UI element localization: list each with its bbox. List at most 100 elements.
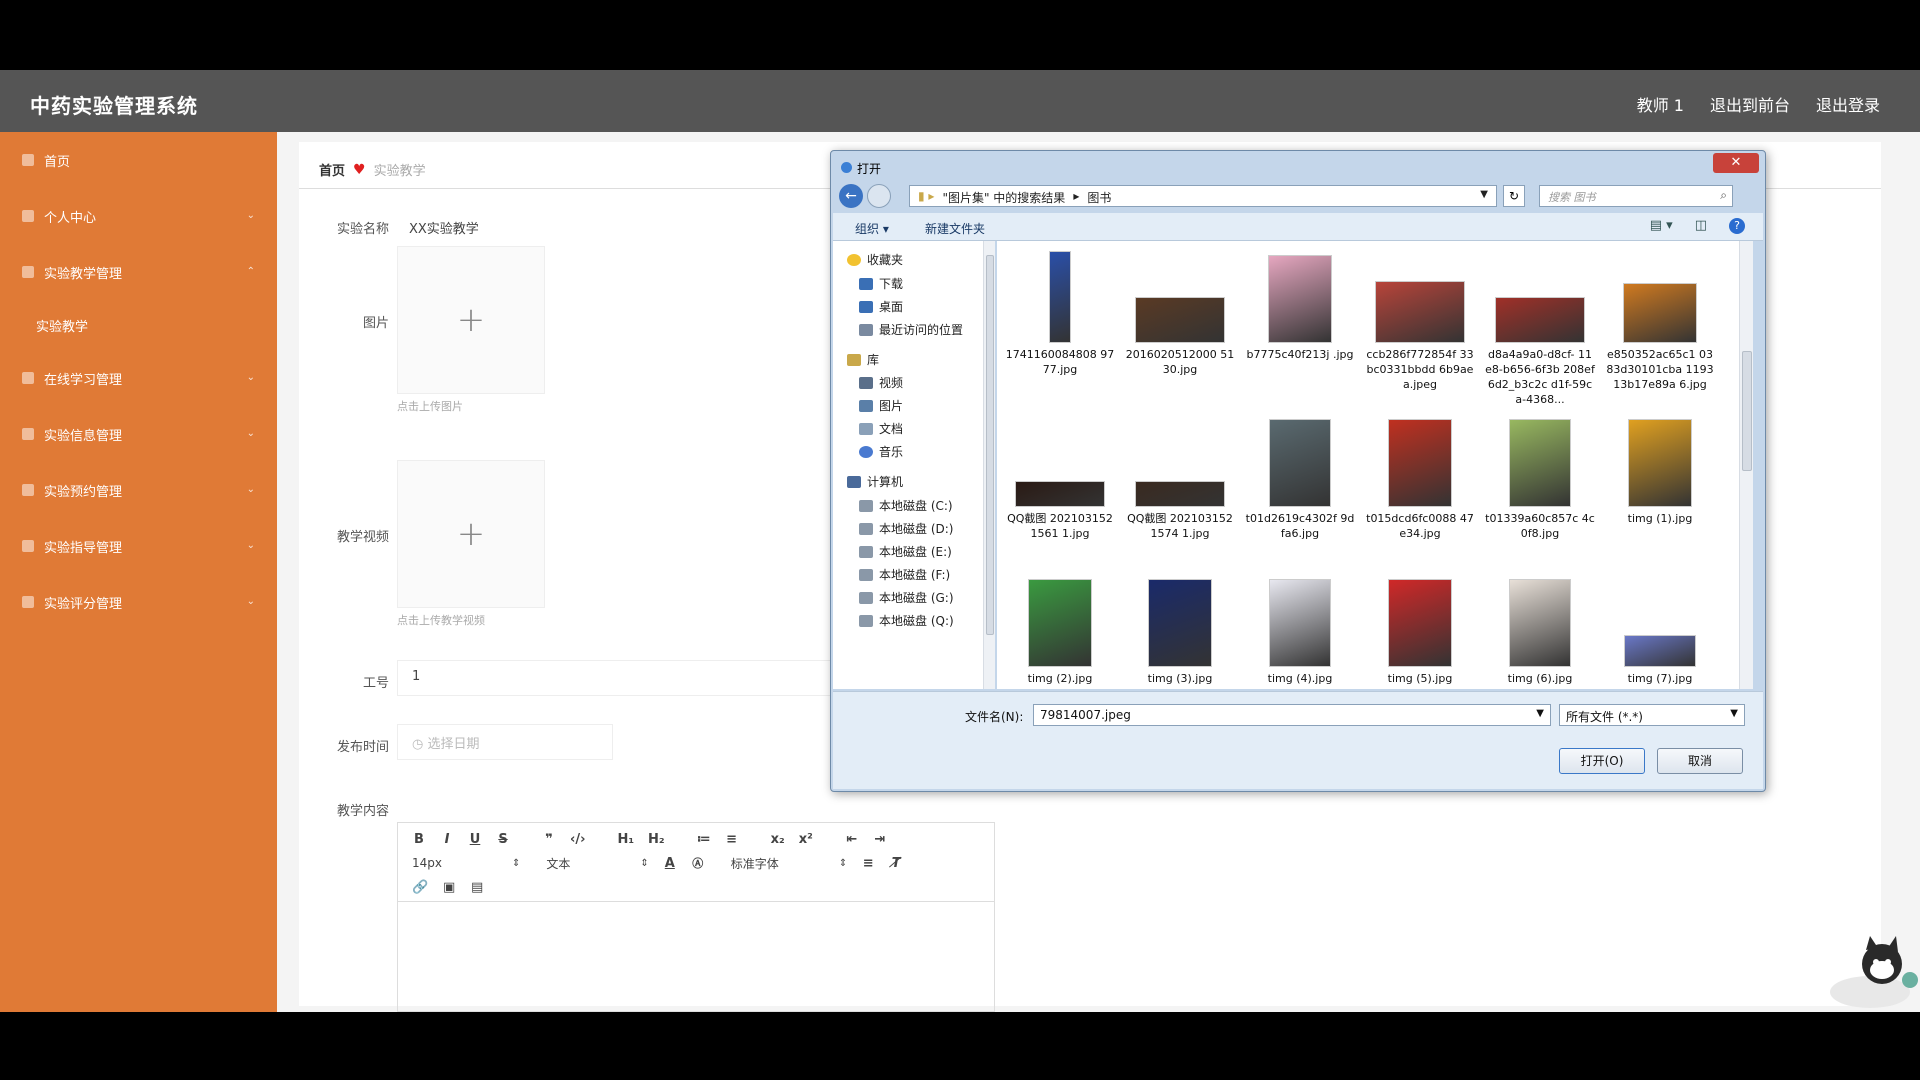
filename-input[interactable]: 79814007.jpeg ▼: [1033, 704, 1551, 726]
file-item[interactable]: t01d2619c4302f 9dfa6.jpg: [1245, 411, 1355, 541]
search-input[interactable]: 搜索 图书 ⌕: [1539, 185, 1733, 207]
organize-button[interactable]: 组织 ▾: [855, 220, 889, 237]
ordered-list-button[interactable]: ≔: [697, 832, 711, 847]
h1-button[interactable]: H₁: [617, 832, 634, 847]
font-size-select[interactable]: 14px ⇕: [412, 856, 520, 870]
tree-item[interactable]: 收藏夹: [847, 251, 903, 268]
file-item[interactable]: 1741160084808 9777.jpg: [1005, 247, 1115, 377]
image-icon[interactable]: ▣: [442, 880, 456, 895]
tree-item[interactable]: 桌面: [859, 298, 903, 315]
refresh-button[interactable]: ↻: [1503, 185, 1525, 207]
sidebar-item-guide[interactable]: 实验指导管理 ⌄: [0, 518, 277, 574]
help-icon[interactable]: ?: [1729, 218, 1745, 234]
tree-item[interactable]: 最近访问的位置: [859, 321, 963, 338]
bg-color-icon[interactable]: Ⓐ: [691, 855, 705, 871]
tree-item[interactable]: 本地磁盘 (D:): [859, 520, 953, 537]
tree-item[interactable]: 本地磁盘 (E:): [859, 543, 952, 560]
file-item[interactable]: 2016020512000 5130.jpg: [1125, 247, 1235, 377]
file-item[interactable]: t015dcd6fc0088 47e34.jpg: [1365, 411, 1475, 541]
path-segment-1[interactable]: "图片集" 中的搜索结果: [942, 189, 1065, 205]
h2-button[interactable]: H₂: [648, 832, 665, 847]
tree-item[interactable]: 本地磁盘 (F:): [859, 566, 950, 583]
tree-item[interactable]: 本地磁盘 (Q:): [859, 612, 954, 629]
new-folder-button[interactable]: 新建文件夹: [925, 220, 985, 237]
close-button[interactable]: ✕: [1713, 153, 1759, 173]
files-scroll-thumb[interactable]: [1742, 351, 1752, 471]
nav-logout[interactable]: 退出登录: [1816, 92, 1880, 116]
sidebar-item-booking[interactable]: 实验预约管理 ⌄: [0, 462, 277, 518]
quote-button[interactable]: ❞: [542, 832, 556, 847]
file-item[interactable]: QQ截图 2021031521574 1.jpg: [1125, 411, 1235, 541]
address-bar[interactable]: ▮ ▸ "图片集" 中的搜索结果 ▸ 图书 ▼: [909, 185, 1497, 207]
chevron-down-icon[interactable]: ▼: [1536, 708, 1544, 719]
file-item[interactable]: timg (5).jpg: [1365, 571, 1475, 686]
file-grid: 1741160084808 9777.jpg 2016020512000 5130…: [997, 241, 1739, 689]
tree-item[interactable]: 下载: [859, 275, 903, 292]
file-item[interactable]: timg (4).jpg: [1245, 571, 1355, 686]
tree-item[interactable]: 本地磁盘 (C:): [859, 497, 953, 514]
tree-scrollbar[interactable]: [983, 241, 995, 689]
italic-button[interactable]: I: [440, 832, 454, 847]
underline-button[interactable]: U: [468, 832, 482, 847]
file-item[interactable]: timg (3).jpg: [1125, 571, 1235, 686]
breadcrumb-home[interactable]: 首页: [319, 160, 345, 179]
sidebar-item-teaching[interactable]: 实验教学管理 ⌃: [0, 244, 277, 300]
file-item[interactable]: timg (2).jpg: [1005, 571, 1115, 686]
subscript-button[interactable]: x₂: [771, 832, 785, 847]
time-input[interactable]: ◷ 选择日期: [397, 724, 613, 760]
tree-item[interactable]: 计算机: [847, 473, 903, 490]
sidebar-item-home[interactable]: 首页: [0, 132, 277, 188]
tree-item[interactable]: 音乐: [859, 443, 903, 460]
file-item[interactable]: timg (1).jpg: [1605, 411, 1715, 526]
path-segment-2[interactable]: 图书: [1087, 189, 1111, 205]
open-button[interactable]: 打开(O): [1559, 748, 1645, 774]
code-button[interactable]: ‹/›: [570, 832, 585, 847]
file-item[interactable]: t01339a60c857c 4c0f8.jpg: [1485, 411, 1595, 541]
forward-button[interactable]: [867, 184, 891, 208]
file-item[interactable]: QQ截图 2021031521561 1.jpg: [1005, 411, 1115, 541]
align-icon[interactable]: ≡: [861, 856, 875, 871]
tree-item[interactable]: 本地磁盘 (G:): [859, 589, 954, 606]
file-item[interactable]: b7775c40f213j .jpg: [1245, 247, 1355, 362]
strike-button[interactable]: S: [496, 832, 510, 847]
bold-button[interactable]: B: [412, 832, 426, 847]
outdent-button[interactable]: ⇤: [845, 832, 859, 847]
cancel-button[interactable]: 取消: [1657, 748, 1743, 774]
format-select[interactable]: 文本 ⇕: [546, 855, 648, 872]
preview-pane-icon[interactable]: ◫: [1695, 218, 1707, 234]
view-menu-icon[interactable]: ▤ ▾: [1650, 218, 1673, 234]
file-item[interactable]: ccb286f772854f 33bc0331bbdd 6b9aea.jpeg: [1365, 247, 1475, 392]
sidebar-subitem-teaching[interactable]: 实验教学: [0, 300, 277, 350]
nav-user[interactable]: 教师 1: [1637, 92, 1684, 116]
editor-text-area[interactable]: [398, 901, 994, 1011]
bullet-list-button[interactable]: ≡: [725, 832, 739, 847]
file-item[interactable]: d8a4a9a0-d8cf- 11e8-b656-6f3b 208ef6d2_b…: [1485, 247, 1595, 407]
clear-format-icon[interactable]: T̸: [889, 856, 903, 871]
image-upload[interactable]: +: [397, 246, 545, 394]
sidebar-item-online[interactable]: 在线学习管理 ⌄: [0, 350, 277, 406]
chevron-down-icon[interactable]: ▼: [1480, 189, 1488, 203]
link-icon[interactable]: 🔗: [412, 880, 428, 895]
video-upload[interactable]: +: [397, 460, 545, 608]
tree-scroll-thumb[interactable]: [986, 255, 994, 635]
superscript-button[interactable]: x²: [799, 832, 813, 847]
filetype-select[interactable]: 所有文件 (*.*) ▼: [1559, 704, 1745, 726]
tree-item[interactable]: 库: [847, 351, 879, 368]
nav-exit-front[interactable]: 退出到前台: [1710, 92, 1790, 116]
tree-item[interactable]: 视频: [859, 374, 903, 391]
file-item[interactable]: timg (7).jpg: [1605, 571, 1715, 686]
files-scrollbar[interactable]: [1739, 241, 1753, 689]
video-icon[interactable]: ▤: [470, 880, 484, 895]
sidebar-item-profile[interactable]: 个人中心 ⌄: [0, 188, 277, 244]
sidebar-item-info[interactable]: 实验信息管理 ⌄: [0, 406, 277, 462]
font-color-icon[interactable]: A: [663, 856, 677, 871]
back-button[interactable]: ←: [839, 184, 863, 208]
tree-item[interactable]: 图片: [859, 397, 903, 414]
id-input[interactable]: 1: [397, 660, 837, 696]
sidebar-item-scoring[interactable]: 实验评分管理 ⌄: [0, 574, 277, 630]
tree-item[interactable]: 文档: [859, 420, 903, 437]
indent-button[interactable]: ⇥: [873, 832, 887, 847]
font-select[interactable]: 标准字体 ⇕: [731, 855, 847, 872]
file-item[interactable]: timg (6).jpg: [1485, 571, 1595, 686]
file-item[interactable]: e850352ac65c1 0383d30101cba 119313b17e89…: [1605, 247, 1715, 392]
